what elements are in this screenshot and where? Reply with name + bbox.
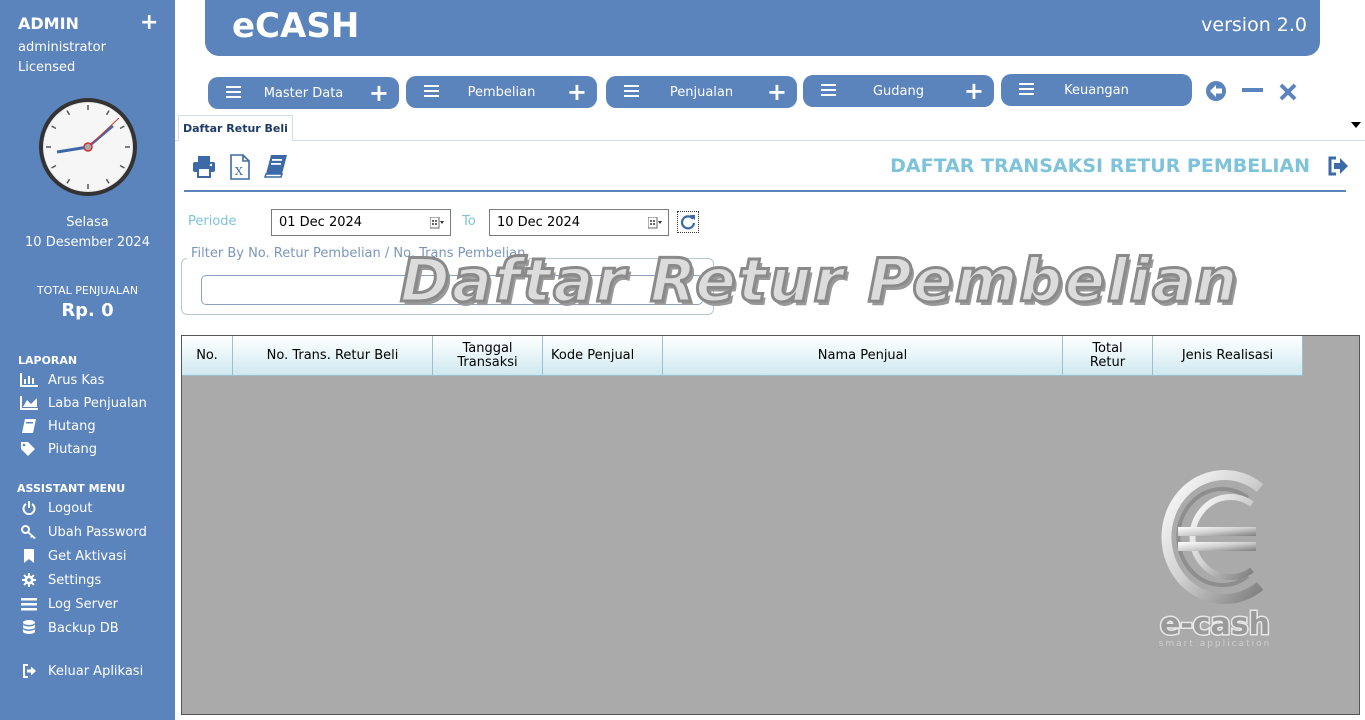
tags-icon xyxy=(20,441,38,457)
column-header-no[interactable]: No. xyxy=(182,336,233,376)
sign-out-icon[interactable] xyxy=(1327,156,1349,176)
plus-icon: + xyxy=(566,78,587,106)
date-to-picker[interactable]: 10 Dec 2024 xyxy=(489,209,669,236)
tab-daftar-retur-beli[interactable]: Daftar Retur Beli xyxy=(178,115,293,141)
sidebar-item-log-server[interactable]: Log Server xyxy=(20,594,118,614)
current-date: 10 Desember 2024 xyxy=(25,235,150,250)
menu-gudang[interactable]: Gudang + xyxy=(803,75,994,107)
calendar-dropdown-icon[interactable] xyxy=(430,217,444,229)
sidebar-item-label: Log Server xyxy=(48,596,118,612)
refresh-icon xyxy=(680,215,696,230)
user-role: administrator xyxy=(18,40,106,55)
laporan-title: LAPORAN xyxy=(18,354,78,367)
list-icon xyxy=(20,596,38,612)
database-icon xyxy=(20,620,38,636)
svg-text:X: X xyxy=(235,165,243,178)
plus-icon: + xyxy=(368,79,389,107)
sidebar-item-label: Get Aktivasi xyxy=(48,548,127,564)
user-name: ADMIN xyxy=(18,14,79,33)
refresh-button[interactable] xyxy=(677,211,699,233)
tab-bar: Daftar Retur Beli xyxy=(175,112,1365,141)
sidebar: ADMIN + administrator Licensed Selasa 10… xyxy=(0,0,175,720)
sidebar-item-settings[interactable]: Settings xyxy=(20,570,101,590)
title-divider xyxy=(184,190,1346,192)
sidebar-item-label: Ubah Password xyxy=(48,524,147,540)
menu-label: Keuangan xyxy=(1064,82,1129,98)
sidebar-item-keluar-aplikasi[interactable]: Keluar Aplikasi xyxy=(20,661,143,681)
gear-icon xyxy=(20,572,38,588)
sidebar-item-laba-penjualan[interactable]: Laba Penjualan xyxy=(20,393,147,413)
clock-icon xyxy=(39,98,137,196)
tab-dropdown-icon[interactable] xyxy=(1351,122,1361,128)
excel-export-icon[interactable]: X xyxy=(229,154,251,180)
grid-header: No. No. Trans. Retur Beli Tanggal Transa… xyxy=(182,336,1303,376)
periode-label: Periode xyxy=(188,214,237,229)
close-icon[interactable] xyxy=(1279,83,1297,101)
sidebar-item-ubah-password[interactable]: Ubah Password xyxy=(20,522,147,542)
date-to-value: 10 Dec 2024 xyxy=(497,215,581,230)
sidebar-item-label: Logout xyxy=(48,500,93,516)
sidebar-item-label: Backup DB xyxy=(48,620,119,636)
menu-pembelian[interactable]: Pembelian + xyxy=(406,76,597,108)
column-header-jenis-realisasi[interactable]: Jenis Realisasi xyxy=(1153,336,1303,376)
column-header-kode-penjual[interactable]: Kode Penjual xyxy=(543,336,663,376)
power-icon xyxy=(20,500,38,516)
logo-text-fill: e-cash xyxy=(1160,607,1270,642)
bookmark-icon xyxy=(20,548,38,564)
column-header-total-retur[interactable]: Total Retur xyxy=(1063,336,1153,376)
sidebar-item-backup-db[interactable]: Backup DB xyxy=(20,618,119,638)
column-header-nama-penjual[interactable]: Nama Penjual xyxy=(663,336,1063,376)
column-header-tanggal[interactable]: Tanggal Transaksi xyxy=(433,336,543,376)
page-watermark: Daftar Retur Pembelian xyxy=(398,245,1240,318)
sidebar-item-arus-kas[interactable]: Arus Kas xyxy=(20,370,104,390)
sidebar-item-label: Hutang xyxy=(48,418,96,434)
app-header: eCASH version 2.0 xyxy=(205,0,1320,56)
print-icon[interactable] xyxy=(192,154,216,178)
sidebar-item-label: Keluar Aplikasi xyxy=(48,663,144,679)
plus-icon: + xyxy=(963,77,984,105)
logo-tagline: smart application xyxy=(1159,639,1272,649)
assistant-title: ASSISTANT MENU xyxy=(17,482,126,495)
book-icon xyxy=(20,418,38,434)
sidebar-item-label: Settings xyxy=(48,572,102,588)
date-from-value: 01 Dec 2024 xyxy=(279,215,363,230)
sidebar-item-hutang[interactable]: Hutang xyxy=(20,416,96,436)
menu-master-data[interactable]: Master Data + xyxy=(208,77,399,109)
license-status: Licensed xyxy=(18,60,76,75)
sidebar-item-label: Piutang xyxy=(48,441,97,457)
calendar-dropdown-icon[interactable] xyxy=(648,217,662,229)
total-sales-value: Rp. 0 xyxy=(61,300,114,321)
sidebar-item-logout[interactable]: Logout xyxy=(20,498,93,518)
to-label: To xyxy=(462,214,476,229)
app-version: version 2.0 xyxy=(1201,14,1307,36)
key-icon xyxy=(20,524,38,540)
sidebar-item-piutang[interactable]: Piutang xyxy=(20,439,97,459)
menu-penjualan[interactable]: Penjualan + xyxy=(606,76,797,108)
sidebar-item-label: Arus Kas xyxy=(48,372,105,388)
back-icon[interactable] xyxy=(1205,80,1227,102)
area-chart-icon xyxy=(20,395,38,411)
add-button[interactable]: + xyxy=(140,10,158,35)
app-title: eCASH xyxy=(232,6,360,46)
sign-out-icon xyxy=(20,663,38,679)
sidebar-item-get-aktivasi[interactable]: Get Aktivasi xyxy=(20,546,126,566)
column-header-no-trans[interactable]: No. Trans. Retur Beli xyxy=(233,336,433,376)
menu-keuangan[interactable]: Keuangan xyxy=(1001,74,1192,106)
page-title: DAFTAR TRANSAKSI RETUR PEMBELIAN xyxy=(890,155,1310,177)
minimize-icon[interactable] xyxy=(1242,88,1263,93)
book-icon[interactable] xyxy=(264,154,288,178)
date-from-picker[interactable]: 01 Dec 2024 xyxy=(271,209,451,236)
plus-icon: + xyxy=(766,78,787,106)
current-day: Selasa xyxy=(66,215,109,230)
ecash-logo: e-cash e-cash smart application xyxy=(1158,470,1272,649)
sidebar-item-label: Laba Penjualan xyxy=(48,395,147,411)
bar-chart-icon xyxy=(20,372,38,388)
total-sales-label: TOTAL PENJUALAN xyxy=(36,284,139,297)
